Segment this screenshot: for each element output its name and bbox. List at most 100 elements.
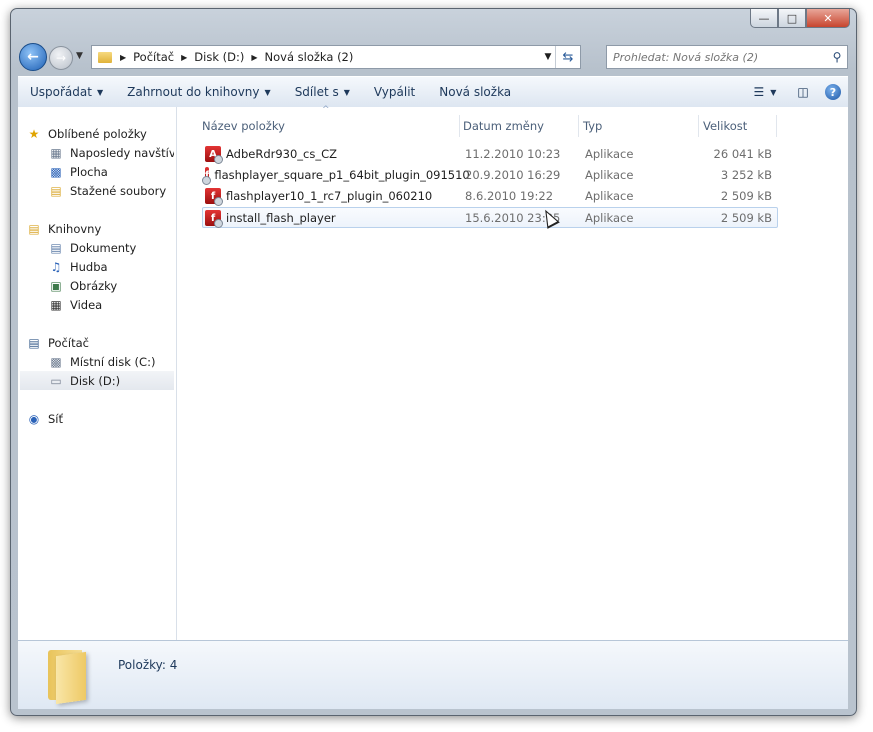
nav-item-local-disk-c[interactable]: ▩ Místní disk (C:) [48, 352, 174, 371]
column-header-date[interactable]: Datum změny [457, 115, 573, 137]
libraries-icon: ▤ [28, 221, 40, 236]
folder-icon [48, 650, 96, 705]
recent-pages-dropdown[interactable]: ▼ [76, 51, 83, 61]
desktop-icon: ▩ [50, 164, 62, 179]
nav-label: Počítač [48, 335, 89, 350]
explorer-window: — □ ✕ ← → ▼ ▶ Počítač ▶ Disk (D:) ▶ Nová… [10, 8, 857, 716]
breadcrumb-item[interactable]: Počítač [129, 50, 178, 64]
file-date: 11.2.2010 10:23 [465, 147, 561, 161]
file-list: Název položky Datum změny Typ Velikost A… [186, 105, 846, 640]
nav-label: Místní disk (C:) [70, 354, 156, 369]
nav-item-downloads[interactable]: ▤ Stažené soubory [48, 181, 174, 200]
search-input[interactable] [607, 49, 827, 65]
nav-label: Plocha [70, 164, 108, 179]
minimize-button[interactable]: — [750, 9, 778, 28]
search-box: ⚲ [606, 45, 848, 69]
chevron-right-icon[interactable]: ▶ [178, 53, 190, 62]
organize-label: Uspořádat [30, 85, 92, 99]
nav-label: Videa [70, 297, 103, 312]
nav-label: Síť [48, 411, 64, 426]
recent-places-icon: ▦ [50, 145, 62, 160]
nav-network[interactable]: ◉ Síť [26, 409, 182, 428]
forward-button[interactable]: → [49, 46, 73, 70]
file-type: Aplikace [585, 211, 634, 225]
chevron-right-icon[interactable]: ▶ [117, 53, 129, 62]
column-header-name[interactable]: Název položky [196, 105, 452, 137]
pictures-icon: ▣ [50, 278, 62, 293]
address-dropdown-icon[interactable]: ▼ [541, 52, 555, 62]
navigation-pane: ★ Oblíbené položky ▦ Naposledy navštíven… [18, 107, 177, 640]
file-size: 3 252 kB [720, 168, 772, 182]
file-name: AdbeRdr930_cs_CZ [226, 147, 338, 161]
maximize-button[interactable]: □ [778, 9, 806, 28]
nav-favorites[interactable]: ★ Oblíbené položky [26, 124, 182, 143]
folder-icon [98, 51, 112, 63]
computer-icon: ▤ [28, 335, 40, 350]
breadcrumb-item[interactable]: Disk (D:) [190, 50, 248, 64]
file-name-cell: f flashplayer10_1_rc7_plugin_060210 [205, 186, 455, 206]
address-bar[interactable]: ▶ Počítač ▶ Disk (D:) ▶ Nová složka (2) … [91, 45, 581, 69]
dropdown-arrow-icon: ▼ [343, 87, 350, 97]
file-name: install_flash_player [226, 211, 336, 225]
back-button[interactable]: ← [19, 43, 47, 71]
nav-label: Knihovny [48, 221, 102, 236]
burn-button[interactable]: Vypálit [362, 77, 427, 107]
column-header-label: Název položky [202, 119, 285, 133]
include-in-library-button[interactable]: Zahrnout do knihovny ▼ [115, 77, 283, 107]
nav-item-pictures[interactable]: ▣ Obrázky [48, 276, 174, 295]
help-icon: ? [825, 84, 841, 100]
file-type: Aplikace [585, 189, 634, 203]
help-button[interactable]: ? [818, 77, 848, 107]
burn-label: Vypálit [373, 85, 416, 99]
new-folder-button[interactable]: Nová složka [427, 77, 523, 107]
column-header-label: Velikost [703, 119, 748, 133]
dropdown-arrow-icon: ▼ [264, 87, 271, 97]
file-row[interactable]: f flashplayer_square_p1_64bit_plugin_091… [202, 165, 776, 185]
nav-label: Disk (D:) [70, 373, 121, 388]
file-size: 26 041 kB [713, 147, 772, 161]
preview-pane-icon: ◫ [797, 85, 809, 99]
view-options-button[interactable]: ☰ ▼ [750, 77, 780, 107]
search-icon[interactable]: ⚲ [827, 50, 847, 64]
file-type: Aplikace [585, 147, 634, 161]
nav-item-recent-places[interactable]: ▦ Naposledy navštívené [48, 143, 174, 162]
nav-computer[interactable]: ▤ Počítač [26, 333, 182, 352]
column-header-size[interactable]: Velikost [697, 115, 778, 137]
nav-item-documents[interactable]: ▤ Dokumenty [48, 238, 174, 257]
file-name-cell: f flashplayer_square_p1_64bit_plugin_091… [202, 165, 470, 185]
caption-buttons: — □ ✕ [750, 9, 850, 28]
file-name-cell: f install_flash_player [205, 208, 455, 228]
breadcrumb-item[interactable]: Nová složka (2) [261, 50, 358, 64]
flash-application-icon: f [205, 188, 223, 206]
nav-item-desktop[interactable]: ▩ Plocha [48, 162, 174, 181]
nav-label: Dokumenty [70, 240, 137, 255]
documents-icon: ▤ [50, 240, 62, 255]
nav-item-music[interactable]: ♫ Hudba [48, 257, 174, 276]
column-header-type[interactable]: Typ [577, 115, 698, 137]
windows-drive-icon: ▩ [50, 354, 62, 369]
file-date: 8.6.2010 19:22 [465, 189, 554, 203]
file-name: flashplayer_square_p1_64bit_plugin_09151… [214, 168, 470, 182]
organize-button[interactable]: Uspořádat ▼ [18, 77, 115, 107]
share-with-button[interactable]: Sdílet s ▼ [283, 77, 362, 107]
nav-label: Obrázky [70, 278, 118, 293]
application-icon: A [205, 146, 223, 164]
nav-libraries[interactable]: ▤ Knihovny [26, 219, 182, 238]
nav-label: Stažené soubory [70, 183, 167, 198]
details-view-icon: ☰ [753, 85, 765, 99]
file-name-cell: A AdbeRdr930_cs_CZ [205, 144, 455, 164]
column-divider[interactable] [776, 115, 777, 137]
close-button[interactable]: ✕ [806, 9, 850, 28]
file-row[interactable]: f flashplayer10_1_rc7_plugin_060210 8.6.… [202, 186, 776, 206]
chevron-right-icon[interactable]: ▶ [248, 53, 260, 62]
preview-pane-button[interactable]: ◫ [788, 77, 818, 107]
item-count: Položky: 4 [118, 658, 178, 672]
file-row[interactable]: A AdbeRdr930_cs_CZ 11.2.2010 10:23 Aplik… [202, 144, 776, 164]
refresh-button[interactable]: ⇆ [555, 46, 580, 68]
file-size: 2 509 kB [720, 189, 772, 203]
nav-item-videos[interactable]: ▦ Videa [48, 295, 174, 314]
nav-item-disk-d[interactable]: ▭ Disk (D:) [20, 371, 174, 390]
dropdown-arrow-icon: ▼ [96, 87, 104, 97]
dropdown-arrow-icon: ▼ [770, 87, 777, 97]
file-row-selected[interactable]: f install_flash_player 15.6.2010 23:35 A… [202, 207, 778, 228]
